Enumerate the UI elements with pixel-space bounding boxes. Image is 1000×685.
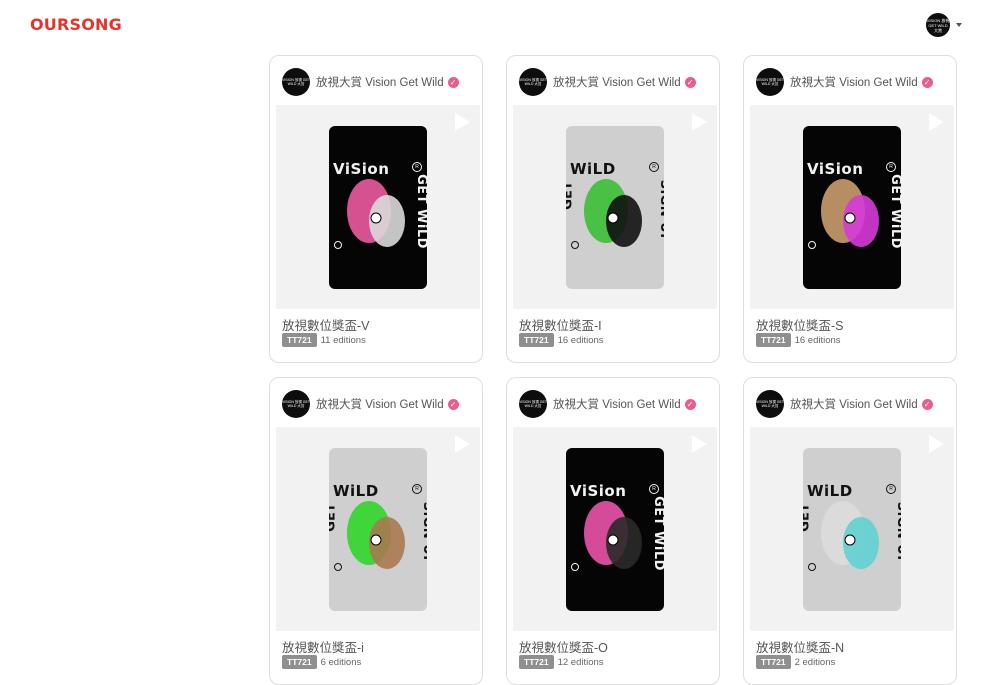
- sculpture-art: [347, 179, 405, 247]
- card-media[interactable]: WiLD SiGN UP GET R: [276, 427, 480, 631]
- editions-count: 11 editions: [320, 334, 366, 346]
- creator-avatar: VISION 放視 GET WILD 大賞: [519, 390, 547, 418]
- creator-name: 放視大賞 Vision Get Wild: [316, 399, 444, 411]
- poster-artwork: ViSion GET WiLD R: [566, 448, 664, 611]
- card-meta: TT721 16 editions: [519, 333, 604, 347]
- verified-badge-icon: ✓: [447, 398, 459, 410]
- nft-card[interactable]: VISION 放視 GET WILD 大賞 放視大賞 Vision Get Wi…: [269, 377, 483, 685]
- sculpture-art: [584, 501, 642, 569]
- verified-badge-icon: ✓: [447, 76, 459, 88]
- token-tag: TT721: [756, 333, 791, 347]
- oursong-logo[interactable]: OURSONG: [30, 15, 122, 34]
- nft-card[interactable]: VISION 放視 GET WILD 大賞 放視大賞 Vision Get Wi…: [743, 377, 957, 685]
- verified-badge-icon: ✓: [684, 76, 696, 88]
- card-creator[interactable]: VISION 放視 GET WILD 大賞 放視大賞 Vision Get Wi…: [756, 390, 933, 418]
- nft-card[interactable]: VISION 放視 GET WILD 大賞 放視大賞 Vision Get Wi…: [269, 55, 483, 363]
- card-media[interactable]: WiLD SiGN UP GET R: [513, 105, 717, 309]
- card-meta: TT721 2 editions: [756, 655, 835, 669]
- poster-artwork: ViSion GET WiLD R: [803, 126, 901, 289]
- creator-avatar: VISION 放視 GET WILD 大賞: [282, 390, 310, 418]
- account-menu[interactable]: VISION 放視 GET WILD 大賞: [926, 13, 962, 37]
- card-media[interactable]: ViSion GET WiLD R: [750, 105, 954, 309]
- nft-card[interactable]: VISION 放視 GET WILD 大賞 放視大賞 Vision Get Wi…: [506, 377, 720, 685]
- verified-badge-icon: ✓: [684, 398, 696, 410]
- token-tag: TT721: [282, 655, 317, 669]
- token-tag: TT721: [519, 655, 554, 669]
- creator-name: 放視大賞 Vision Get Wild: [553, 77, 681, 89]
- account-avatar: VISION 放視 GET WILD 大賞: [926, 13, 950, 37]
- card-media[interactable]: ViSion GET WiLD R: [276, 105, 480, 309]
- creator-avatar: VISION 放視 GET WILD 大賞: [756, 68, 784, 96]
- editions-count: 2 editions: [794, 656, 836, 668]
- card-meta: TT721 11 editions: [282, 333, 366, 347]
- card-meta: TT721 12 editions: [519, 655, 604, 669]
- play-icon[interactable]: [929, 435, 944, 453]
- editions-count: 16 editions: [557, 334, 604, 346]
- sculpture-art: [821, 179, 879, 247]
- card-title[interactable]: 放視數位獎盃-I: [519, 315, 602, 334]
- verified-badge-icon: ✓: [921, 398, 933, 410]
- card-creator[interactable]: VISION 放視 GET WILD 大賞 放視大賞 Vision Get Wi…: [519, 390, 696, 418]
- card-meta: TT721 6 editions: [282, 655, 361, 669]
- poster-artwork: WiLD SiGN UP GET R: [566, 126, 664, 289]
- card-creator[interactable]: VISION 放視 GET WILD 大賞 放視大賞 Vision Get Wi…: [282, 390, 459, 418]
- play-icon[interactable]: [455, 113, 470, 131]
- sculpture-art: [821, 501, 879, 569]
- verified-badge-icon: ✓: [921, 76, 933, 88]
- card-title[interactable]: 放視數位獎盃-V: [282, 315, 370, 334]
- poster-artwork: WiLD SiGN UP GET R: [803, 448, 901, 611]
- nft-card[interactable]: VISION 放視 GET WILD 大賞 放視大賞 Vision Get Wi…: [506, 55, 720, 363]
- creator-avatar: VISION 放視 GET WILD 大賞: [756, 390, 784, 418]
- card-title[interactable]: 放視數位獎盃-i: [282, 637, 364, 656]
- sculpture-art: [347, 501, 405, 569]
- creator-avatar: VISION 放視 GET WILD 大賞: [519, 68, 547, 96]
- play-icon[interactable]: [692, 435, 707, 453]
- card-title[interactable]: 放視數位獎盃-N: [756, 637, 844, 656]
- card-title[interactable]: 放視數位獎盃-S: [756, 315, 844, 334]
- card-media[interactable]: ViSion GET WiLD R: [513, 427, 717, 631]
- editions-count: 12 editions: [557, 656, 604, 668]
- nft-card[interactable]: VISION 放視 GET WILD 大賞 放視大賞 Vision Get Wi…: [743, 55, 957, 363]
- card-media[interactable]: WiLD SiGN UP GET R: [750, 427, 954, 631]
- creator-name: 放視大賞 Vision Get Wild: [790, 77, 918, 89]
- poster-artwork: WiLD SiGN UP GET R: [329, 448, 427, 611]
- card-creator[interactable]: VISION 放視 GET WILD 大賞 放視大賞 Vision Get Wi…: [756, 68, 933, 96]
- play-icon[interactable]: [929, 113, 944, 131]
- play-icon[interactable]: [455, 435, 470, 453]
- card-meta: TT721 16 editions: [756, 333, 841, 347]
- creator-avatar: VISION 放視 GET WILD 大賞: [282, 68, 310, 96]
- token-tag: TT721: [519, 333, 554, 347]
- creator-name: 放視大賞 Vision Get Wild: [316, 77, 444, 89]
- card-creator[interactable]: VISION 放視 GET WILD 大賞 放視大賞 Vision Get Wi…: [519, 68, 696, 96]
- card-creator[interactable]: VISION 放視 GET WILD 大賞 放視大賞 Vision Get Wi…: [282, 68, 459, 96]
- token-tag: TT721: [756, 655, 791, 669]
- caret-down-icon: [956, 23, 962, 27]
- creator-name: 放視大賞 Vision Get Wild: [553, 399, 681, 411]
- card-title[interactable]: 放視數位獎盃-O: [519, 637, 608, 656]
- creator-name: 放視大賞 Vision Get Wild: [790, 399, 918, 411]
- sculpture-art: [584, 179, 642, 247]
- editions-count: 6 editions: [320, 656, 362, 668]
- editions-count: 16 editions: [794, 334, 841, 346]
- token-tag: TT721: [282, 333, 317, 347]
- poster-artwork: ViSion GET WiLD R: [329, 126, 427, 289]
- play-icon[interactable]: [692, 113, 707, 131]
